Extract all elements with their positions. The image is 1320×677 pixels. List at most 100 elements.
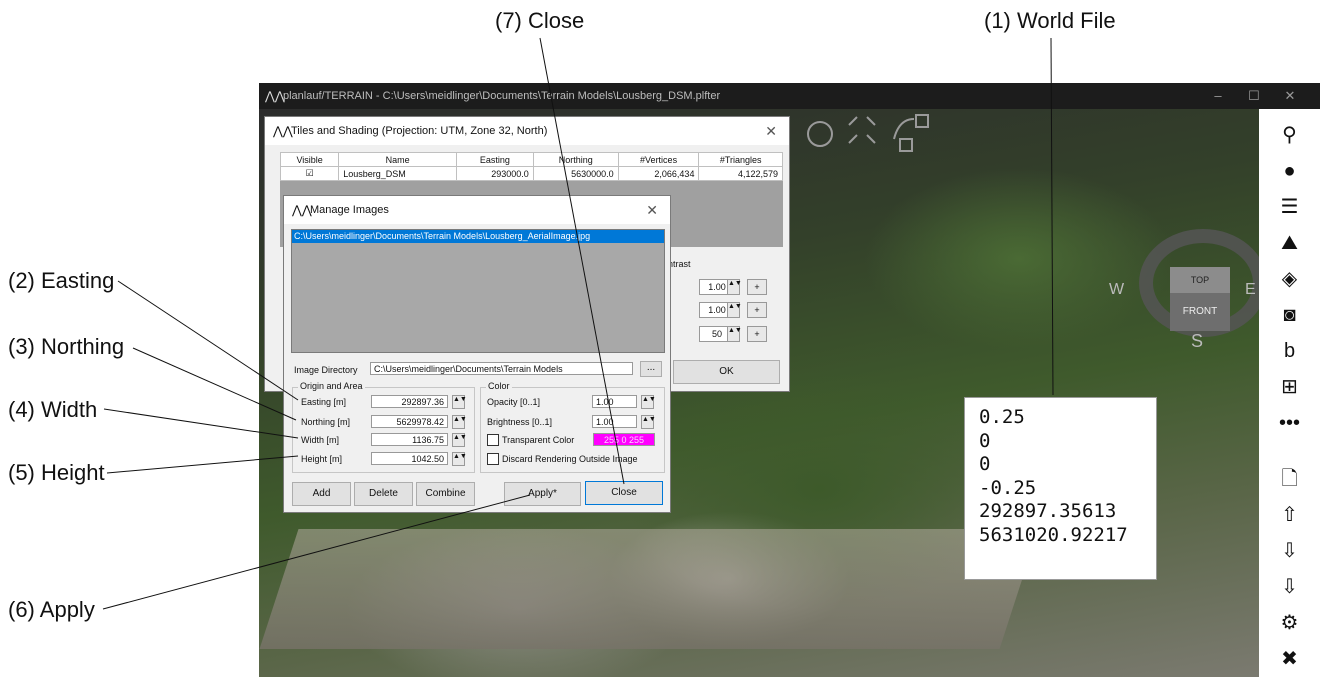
contrast-spin-1[interactable]: ▲▼ — [727, 279, 742, 295]
world-file-box: 0.25 0 0 -0.25 292897.35613 5631020.9221… — [964, 397, 1157, 580]
view-control-icons[interactable] — [804, 109, 934, 155]
apply-button[interactable]: Apply* — [504, 482, 581, 506]
contrast-plus-2[interactable]: + — [747, 302, 767, 318]
manage-close-icon[interactable]: ✕ — [646, 196, 658, 224]
cube-front-face[interactable]: FRONT — [1170, 293, 1230, 331]
table-row[interactable]: ☑ Lousberg_DSM 293000.0 5630000.0 2,066,… — [279, 166, 783, 181]
transparent-color-checkbox[interactable] — [487, 434, 499, 446]
image-directory-input[interactable]: C:\Users\meidlinger\Documents\Terrain Mo… — [370, 362, 633, 375]
callout-height: (5) Height — [8, 460, 105, 485]
northing-spin[interactable]: ▲▼ — [452, 415, 467, 429]
tile-northing: 5630000.0 — [532, 166, 619, 181]
world-file-line: 292897.35613 — [979, 500, 1117, 522]
brightness-spin[interactable]: ▲▼ — [641, 415, 656, 429]
tiles-close-icon[interactable]: ✕ — [765, 117, 777, 145]
tiles-dialog-title-bar: ⋀⋀ Tiles and Shading (Projection: UTM, Z… — [265, 117, 789, 145]
manage-images-title: Manage Images — [310, 204, 389, 216]
list-item[interactable]: C:\Users\meidlinger\Documents\Terrain Mo… — [292, 230, 664, 243]
manage-images-title-bar: ⋀⋀ Manage Images ✕ — [284, 196, 670, 224]
easting-spin[interactable]: ▲▼ — [452, 395, 467, 409]
width-label: Width [m] — [301, 435, 340, 445]
list-icon[interactable]: ☰ — [1259, 193, 1320, 221]
camera-icon[interactable]: ◙ — [1259, 301, 1320, 329]
visible-checkbox[interactable]: ☑ — [279, 166, 340, 181]
col-northing[interactable]: Northing — [532, 152, 619, 167]
window-close-button[interactable]: ✕ — [1272, 83, 1308, 109]
right-toolbar: ⚲ ● ☰ ⛰ ◈ ◙ b ⊞ ••• 🗋 ⇧ ⇩ ⇩ ⚙ ✖ — [1259, 109, 1320, 677]
app-logo-icon: ⋀⋀ — [292, 203, 312, 217]
close-icon[interactable]: ✖ — [1259, 645, 1320, 673]
compass-west: W — [1109, 281, 1125, 298]
tile-easting: 293000.0 — [456, 166, 534, 181]
transparent-color-label: Transparent Color — [502, 435, 575, 445]
northing-input[interactable]: 5629978.42 — [371, 415, 448, 428]
col-easting[interactable]: Easting — [456, 152, 534, 167]
new-file-icon[interactable]: 🗋 — [1259, 465, 1320, 493]
brightness-label: Brightness [0..1] — [487, 417, 553, 427]
combine-button[interactable]: Combine — [416, 482, 475, 506]
opacity-spin[interactable]: ▲▼ — [641, 395, 656, 409]
minimize-button[interactable]: – — [1200, 83, 1236, 109]
height-input[interactable]: 1042.50 — [371, 452, 448, 465]
discard-rendering-checkbox[interactable] — [487, 453, 499, 465]
height-label: Height [m] — [301, 454, 343, 464]
callout-world-file: (1) World File — [984, 8, 1116, 33]
upload-icon[interactable]: ⇧ — [1259, 501, 1320, 529]
view-compass[interactable]: TOP FRONT W E S — [1109, 199, 1267, 351]
width-spin[interactable]: ▲▼ — [452, 433, 467, 447]
app-logo-icon: ⋀⋀ — [265, 89, 285, 103]
callout-easting: (2) Easting — [8, 268, 115, 293]
world-file-line: -0.25 — [979, 476, 1037, 499]
callout-close: (7) Close — [495, 8, 585, 33]
target-icon[interactable]: ◈ — [1259, 265, 1320, 293]
opacity-label: Opacity [0..1] — [487, 397, 541, 407]
add-button[interactable]: Add — [292, 482, 351, 506]
origin-area-label: Origin and Area — [298, 381, 365, 391]
discard-rendering-label: Discard Rendering Outside Image — [502, 454, 638, 464]
more-icon[interactable]: ••• — [1259, 409, 1320, 437]
easting-input[interactable]: 292897.36 — [371, 395, 448, 408]
window-title: planlauf/TERRAIN - C:\Users\meidlinger\D… — [283, 90, 721, 102]
compass-east: E — [1245, 281, 1256, 298]
northing-label: Northing [m] — [301, 417, 351, 427]
col-name[interactable]: Name — [338, 152, 458, 167]
export-icon[interactable]: ⇩ — [1259, 573, 1320, 601]
bing-icon[interactable]: b — [1259, 337, 1320, 365]
close-button[interactable]: Close — [585, 481, 663, 505]
terrain-icon[interactable]: ⛰ — [1259, 229, 1320, 257]
col-triangles[interactable]: #Triangles — [698, 152, 783, 167]
ok-button[interactable]: OK — [673, 360, 780, 384]
settings-icon[interactable]: ⚙ — [1259, 609, 1320, 637]
download-icon[interactable]: ⇩ — [1259, 537, 1320, 565]
width-input[interactable]: 1136.75 — [371, 433, 448, 446]
cube-top-face[interactable]: TOP — [1170, 267, 1230, 293]
brightness-input[interactable]: 1.00 — [592, 415, 637, 428]
app-logo-icon: ⋀⋀ — [273, 124, 293, 138]
title-bar: ⋀⋀ planlauf/TERRAIN - C:\Users\meidlinge… — [259, 83, 1320, 109]
transparent-color-swatch[interactable]: 255 0 255 — [593, 433, 655, 446]
contrast-spin-2[interactable]: ▲▼ — [727, 302, 742, 318]
col-visible[interactable]: Visible — [279, 152, 340, 167]
grid-icon[interactable]: ⊞ — [1259, 373, 1320, 401]
browse-button[interactable]: ... — [640, 361, 662, 377]
search-icon[interactable]: ⚲ — [1259, 121, 1320, 149]
tiles-table[interactable]: Visible Name Easting Northing #Vertices … — [279, 152, 783, 181]
contrast-label: ntrast — [668, 259, 691, 269]
col-vertices[interactable]: #Vertices — [617, 152, 700, 167]
tiles-dialog-title: Tiles and Shading (Projection: UTM, Zone… — [291, 125, 548, 137]
easting-label: Easting [m] — [301, 397, 347, 407]
contrast-plus-3[interactable]: + — [747, 326, 767, 342]
contrast-spin-3[interactable]: ▲▼ — [727, 326, 742, 342]
image-list[interactable]: C:\Users\meidlinger\Documents\Terrain Mo… — [291, 229, 665, 353]
contrast-plus-1[interactable]: + — [747, 279, 767, 295]
compass-south: S — [1191, 331, 1204, 351]
world-file-line: 0 — [979, 429, 991, 452]
height-spin[interactable]: ▲▼ — [452, 452, 467, 466]
opacity-input[interactable]: 1.00 — [592, 395, 637, 408]
delete-button[interactable]: Delete — [354, 482, 413, 506]
callout-width: (4) Width — [8, 397, 98, 422]
tile-triangles: 4,122,579 — [698, 166, 783, 181]
zoom-icon[interactable]: ● — [1259, 157, 1320, 185]
maximize-button[interactable]: ☐ — [1236, 83, 1272, 109]
world-file-line: 0 — [979, 453, 991, 475]
